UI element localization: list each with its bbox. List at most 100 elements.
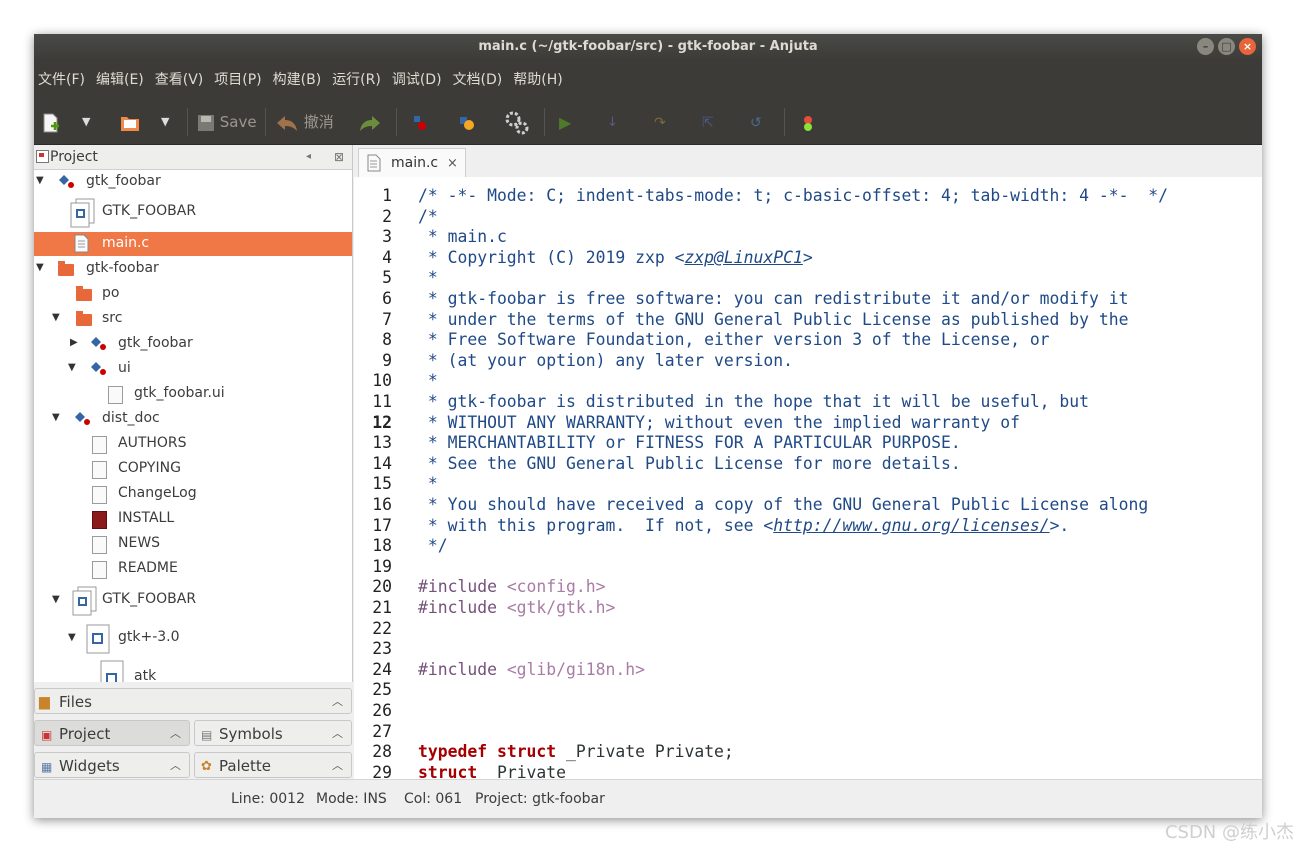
tree-item-gtk-foobar-ui[interactable]: gtk_foobar.ui — [34, 382, 352, 407]
line-number: 28 — [372, 742, 392, 762]
menu-edit[interactable]: 编辑(E) — [92, 60, 151, 100]
breakpoint-button[interactable] — [800, 100, 816, 144]
new-file-button[interactable] — [42, 100, 60, 144]
tree-item-label: README — [118, 560, 178, 576]
chevron-up-icon: ︿ — [170, 727, 181, 740]
minimize-button[interactable]: – — [1197, 38, 1214, 55]
panel-close-icon[interactable]: ⊠ — [334, 145, 344, 169]
project-panel-tab[interactable]: ▣ Project ︿ — [34, 720, 190, 746]
code-line: * with this program. If not, see <http:/… — [418, 515, 1070, 535]
close-button[interactable]: × — [1239, 38, 1256, 55]
expander-open-icon[interactable]: ▼ — [36, 262, 44, 273]
tree-item-gtk-foobar-module[interactable]: GTK_FOOBAR — [34, 194, 352, 232]
toolbar: ▼ ▼ Save 撤消 ▶ ↓ ↷ ⇱ ↺ — [34, 100, 1262, 145]
undo-button[interactable]: 撤消 — [275, 100, 334, 144]
expander-open-icon[interactable]: ▼ — [68, 362, 76, 373]
gears-icon — [505, 111, 529, 134]
continue-button[interactable]: ↺ — [750, 100, 762, 144]
build-project-button[interactable] — [458, 100, 476, 144]
menu-view[interactable]: 查看(V) — [151, 60, 211, 100]
tree-item-dist-doc[interactable]: ▼ dist_doc — [34, 407, 352, 432]
maximize-button[interactable]: □ — [1218, 38, 1235, 55]
tree-item-ui[interactable]: ▼ ui — [34, 357, 352, 382]
line-number: 29 — [372, 762, 392, 779]
palette-panel-tab[interactable]: ✿ Palette ︿ — [194, 752, 352, 778]
step-in-button[interactable]: ↓ — [607, 100, 618, 144]
menu-project[interactable]: 项目(P) — [210, 60, 268, 100]
redo-button[interactable] — [358, 100, 382, 144]
tree-item-label: INSTALL — [118, 510, 175, 526]
project-tab-label: Project — [59, 725, 111, 743]
code-line: /* -*- Mode: C; indent-tabs-mode: t; c-b… — [418, 186, 1168, 205]
open-file-button[interactable] — [120, 100, 140, 144]
tree-item-readme[interactable]: README — [34, 557, 352, 582]
project-icon: ▣ — [41, 728, 53, 742]
tree-item-label: main.c — [102, 235, 150, 251]
tree-item-label: AUTHORS — [118, 435, 187, 451]
configure-button[interactable] — [504, 100, 530, 144]
tab-close-icon[interactable]: × — [447, 149, 458, 178]
code-line: * — [418, 474, 438, 494]
step-in-icon: ↓ — [607, 114, 618, 130]
menu-documents[interactable]: 文档(D) — [449, 60, 510, 100]
tree-item-copying[interactable]: COPYING — [34, 457, 352, 482]
menu-debug[interactable]: 调试(D) — [388, 60, 449, 100]
tree-item-gtk-foobar-folder[interactable]: ▼ gtk-foobar — [34, 257, 352, 282]
new-dropdown-chevron-icon[interactable]: ▼ — [82, 100, 90, 144]
menu-build[interactable]: 构建(B) — [269, 60, 329, 100]
tree-item-news[interactable]: NEWS — [34, 532, 352, 557]
tree-item-gtk-foobar-target[interactable]: ▼ gtk_foobar — [34, 170, 352, 194]
run-button[interactable]: ▶ — [559, 100, 571, 144]
expander-open-icon[interactable]: ▼ — [36, 175, 44, 186]
project-panel-header: Project ◂ ⊠ — [34, 145, 352, 170]
menu-help[interactable]: 帮助(H) — [509, 60, 569, 100]
step-over-icon: ↷ — [654, 114, 666, 131]
module-icon — [72, 586, 97, 616]
file-icon — [92, 536, 107, 554]
tree-item-label: dist_doc — [102, 410, 160, 426]
code-line: #include <glib/gi18n.h> — [418, 659, 645, 679]
palette-icon: ✿ — [201, 759, 212, 774]
symbols-tab-label: Symbols — [219, 725, 283, 743]
expander-open-icon[interactable]: ▼ — [52, 594, 60, 605]
tree-item-src[interactable]: ▼ src — [34, 307, 352, 332]
expander-open-icon[interactable]: ▼ — [68, 632, 76, 643]
tree-item-gtk-foobar-module-2[interactable]: ▼ GTK_FOOBAR — [34, 582, 352, 620]
file-icon — [92, 436, 107, 454]
menu-run[interactable]: 运行(R) — [328, 60, 388, 100]
file-icon — [92, 486, 107, 504]
expander-open-icon[interactable]: ▼ — [52, 312, 60, 323]
tree-item-install[interactable]: INSTALL — [34, 507, 352, 532]
editor-tab-main-c[interactable]: main.c × — [358, 148, 466, 177]
open-dropdown-chevron-icon[interactable]: ▼ — [161, 100, 169, 144]
tree-item-label: NEWS — [118, 535, 161, 551]
widgets-panel-tab[interactable]: ▦ Widgets ︿ — [34, 752, 190, 778]
expander-closed-icon[interactable]: ▶ — [70, 337, 78, 348]
line-number: 10 — [372, 371, 392, 391]
line-number: 26 — [372, 701, 392, 720]
tree-item-gtk-foobar-src-target[interactable]: ▶ gtk_foobar — [34, 332, 352, 357]
status-col: Col: 061 — [404, 791, 463, 807]
folder-icon: ▆ — [39, 694, 50, 710]
tree-item-atk[interactable]: atk — [34, 658, 352, 682]
line-number: 15 — [372, 474, 392, 494]
code-line: #include <config.h> — [418, 577, 606, 597]
tree-item-gtk3-package[interactable]: ▼ gtk+-3.0 — [34, 620, 352, 658]
panel-detach-icon[interactable]: ◂ — [306, 145, 311, 169]
tree-item-label: COPYING — [118, 460, 181, 476]
build-file-button[interactable] — [411, 100, 429, 144]
symbols-panel-tab[interactable]: ▤ Symbols ︿ — [194, 720, 352, 746]
code-line: typedef struct _Private Private; — [418, 742, 734, 762]
tree-item-authors[interactable]: AUTHORS — [34, 432, 352, 457]
new-file-icon — [43, 113, 59, 132]
menu-file[interactable]: 文件(F) — [34, 60, 92, 100]
step-over-button[interactable]: ↷ — [654, 100, 666, 144]
step-out-button[interactable]: ⇱ — [702, 100, 714, 144]
code-editor[interactable]: 1 2 3 4 5 6 7 8 9 10 11 12 13 14 15 16 17 18 19 20 21 22 23 24 2… — [354, 177, 1262, 779]
save-button[interactable]: Save — [197, 100, 257, 144]
expander-open-icon[interactable]: ▼ — [52, 412, 60, 423]
tree-item-po[interactable]: po — [34, 282, 352, 307]
files-panel-tab[interactable]: ▆ Files ︿ — [34, 688, 352, 714]
tree-item-main-c[interactable]: main.c — [34, 232, 352, 256]
tree-item-changelog[interactable]: ChangeLog — [34, 482, 352, 507]
